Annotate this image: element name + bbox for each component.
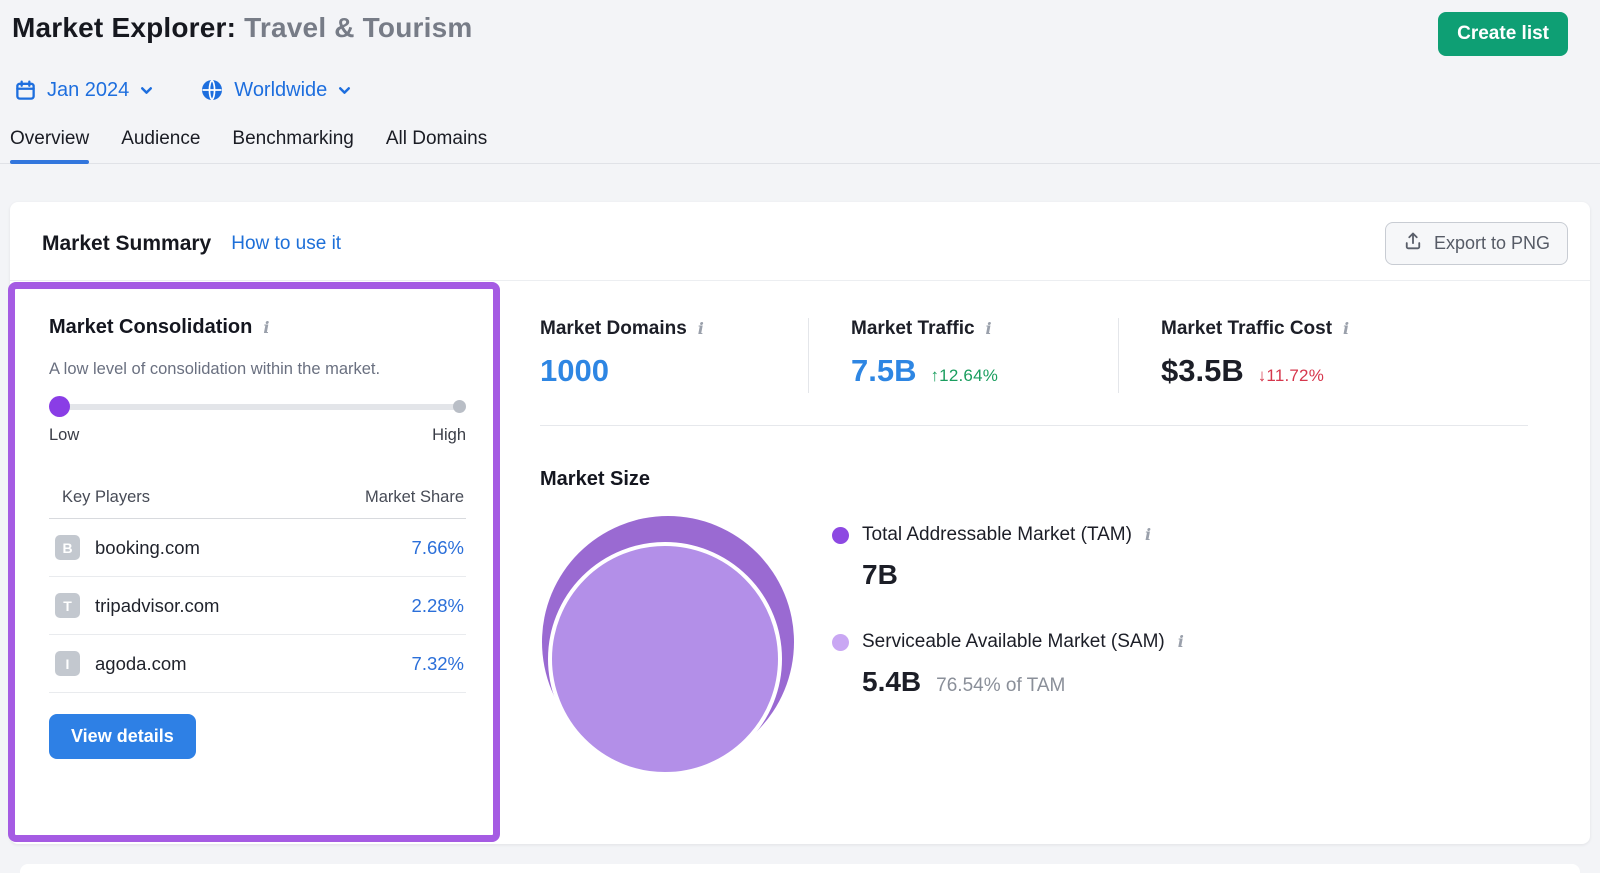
market-share-link[interactable]: 7.66% xyxy=(412,537,464,559)
slider-knob-low[interactable] xyxy=(49,396,70,417)
tab-overview[interactable]: Overview xyxy=(10,128,89,163)
market-size-chart: Total Addressable Market (TAM) i 7B Serv… xyxy=(540,516,1528,784)
stat-market-traffic-cost: Market Traffic Cost i $3.5B ↓11.72% xyxy=(1118,318,1349,393)
export-to-png-button[interactable]: Export to PNG xyxy=(1385,222,1568,265)
stat-market-domains: Market Domains i 1000 xyxy=(540,318,808,393)
date-selector-label: Jan 2024 xyxy=(47,79,129,102)
next-card-top-edge xyxy=(20,864,1580,873)
consolidation-slider[interactable] xyxy=(49,396,466,417)
market-traffic-label: Market Traffic xyxy=(851,318,975,340)
market-size-legend: Total Addressable Market (TAM) i 7B Serv… xyxy=(832,524,1184,698)
page-title-prefix: Market Explorer: xyxy=(12,12,236,43)
slider-track xyxy=(55,404,460,410)
market-domains-value: 1000 xyxy=(540,353,609,389)
tam-dot-icon xyxy=(832,527,849,544)
calendar-icon xyxy=(14,79,37,102)
tab-bar: Overview Audience Benchmarking All Domai… xyxy=(0,128,1600,164)
table-row: T tripadvisor.com 2.28% xyxy=(49,577,466,635)
globe-icon xyxy=(200,78,224,102)
market-size-title: Market Size xyxy=(540,468,1528,491)
market-traffic-cost-label: Market Traffic Cost xyxy=(1161,318,1332,340)
region-selector-label: Worldwide xyxy=(234,79,327,102)
create-list-button[interactable]: Create list xyxy=(1438,12,1568,56)
market-share-header: Market Share xyxy=(365,488,464,507)
how-to-use-link[interactable]: How to use it xyxy=(231,233,341,255)
market-summary-card: Market Summary How to use it Export to P… xyxy=(10,202,1590,844)
table-row: I agoda.com 7.32% xyxy=(49,635,466,693)
info-icon[interactable]: i xyxy=(1145,527,1151,543)
slider-low-label: Low xyxy=(49,426,79,445)
legend-item-sam: Serviceable Available Market (SAM) i xyxy=(832,631,1184,653)
info-icon[interactable]: i xyxy=(263,320,269,336)
divider xyxy=(540,425,1528,426)
chevron-down-icon xyxy=(139,83,154,98)
tab-audience[interactable]: Audience xyxy=(121,128,200,163)
region-selector[interactable]: Worldwide xyxy=(200,78,352,102)
date-selector[interactable]: Jan 2024 xyxy=(14,79,154,102)
page-header: Market Explorer: Travel & Tourism Create… xyxy=(0,0,1600,102)
export-to-png-label: Export to PNG xyxy=(1434,233,1550,254)
market-traffic-cost-value: $3.5B xyxy=(1161,353,1244,389)
market-summary-title: Market Summary xyxy=(42,232,211,256)
market-share-link[interactable]: 2.28% xyxy=(412,595,464,617)
market-share-link[interactable]: 7.32% xyxy=(412,653,464,675)
sam-label: Serviceable Available Market (SAM) xyxy=(862,631,1165,653)
slider-knob-high[interactable] xyxy=(453,400,466,413)
key-players-table: Key Players Market Share B booking.com 7… xyxy=(49,488,466,693)
market-consolidation-title: Market Consolidation xyxy=(49,316,252,339)
tam-value: 7B xyxy=(862,559,898,591)
tab-all-domains[interactable]: All Domains xyxy=(386,128,487,163)
market-summary-header: Market Summary How to use it Export to P… xyxy=(10,202,1590,281)
domain-label: booking.com xyxy=(95,537,200,559)
table-row: B booking.com 7.66% xyxy=(49,519,466,577)
view-details-button[interactable]: View details xyxy=(49,714,196,759)
market-consolidation-panel: Market Consolidation i A low level of co… xyxy=(8,282,500,842)
info-icon[interactable]: i xyxy=(1343,321,1349,337)
market-traffic-cost-delta: ↓11.72% xyxy=(1258,366,1324,386)
tab-benchmarking[interactable]: Benchmarking xyxy=(232,128,353,163)
key-players-header: Key Players xyxy=(62,488,150,507)
market-domains-label: Market Domains xyxy=(540,318,687,340)
market-summary-body: Market Domains i 1000 Market Traffic i 7… xyxy=(540,281,1528,784)
market-traffic-value: 7.5B xyxy=(851,353,916,389)
sam-percent-of-tam: 76.54% of TAM xyxy=(936,675,1065,697)
domain-label: tripadvisor.com xyxy=(95,595,219,617)
info-icon[interactable]: i xyxy=(1178,634,1184,650)
favicon-booking: B xyxy=(55,535,80,560)
sam-circle xyxy=(548,542,782,776)
page-title: Market Explorer: Travel & Tourism xyxy=(12,12,472,44)
slider-high-label: High xyxy=(432,426,466,445)
chevron-down-icon xyxy=(337,83,352,98)
page-title-market: Travel & Tourism xyxy=(244,12,472,43)
favicon-tripadvisor: T xyxy=(55,593,80,618)
stat-market-traffic: Market Traffic i 7.5B ↑12.64% xyxy=(808,318,1118,393)
info-icon[interactable]: i xyxy=(986,321,992,337)
market-consolidation-description: A low level of consolidation within the … xyxy=(49,360,466,379)
sam-value: 5.4B xyxy=(862,666,921,698)
market-traffic-delta: ↑12.64% xyxy=(930,366,998,386)
legend-item-tam: Total Addressable Market (TAM) i xyxy=(832,524,1184,546)
upload-icon xyxy=(1403,231,1423,256)
tam-label: Total Addressable Market (TAM) xyxy=(862,524,1132,546)
favicon-agoda: I xyxy=(55,651,80,676)
info-icon[interactable]: i xyxy=(698,321,704,337)
domain-label: agoda.com xyxy=(95,653,187,675)
sam-dot-icon xyxy=(832,634,849,651)
